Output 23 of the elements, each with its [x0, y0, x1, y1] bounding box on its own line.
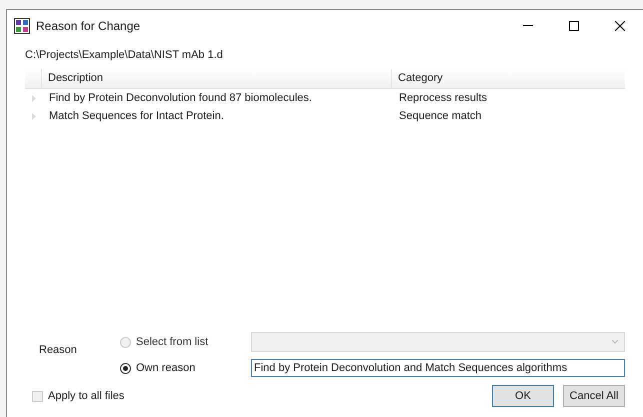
reason-dropdown[interactable] — [251, 332, 625, 352]
ok-button[interactable]: OK — [492, 385, 554, 407]
window-title: Reason for Change — [36, 18, 140, 34]
table-cell-text: Reprocess results — [398, 91, 488, 106]
file-path: C:\Projects\Example\Data\NIST mAb 1.d — [25, 48, 224, 63]
column-header[interactable]: Category — [392, 69, 625, 88]
reason-label: Reason — [39, 343, 78, 358]
radio-option[interactable]: Select from list — [120, 334, 251, 350]
radio-option[interactable]: Own reason — [120, 360, 251, 376]
maximize-icon — [569, 20, 579, 30]
chevron-icon — [612, 340, 618, 344]
cancel-button[interactable]: Cancel All — [563, 385, 625, 407]
table-cell-text: Find by Protein Deconvolution found 87 biomolecules. — [48, 91, 313, 106]
app-icon — [14, 18, 30, 34]
close-icon — [615, 20, 625, 30]
minimize-icon — [523, 25, 533, 26]
expand-icon[interactable] — [32, 95, 36, 102]
table-cell-text: Match Sequences for Intact Protein. — [48, 109, 225, 124]
column-header[interactable]: Description — [42, 69, 392, 88]
table-cell-text: Sequence match — [398, 109, 483, 124]
expand-icon[interactable] — [32, 113, 36, 120]
reason-input[interactable]: Find by Protein Deconvolution and Match Sequences algorithms — [251, 359, 625, 377]
apply-all-checkbox[interactable]: Apply to all files — [32, 388, 124, 404]
